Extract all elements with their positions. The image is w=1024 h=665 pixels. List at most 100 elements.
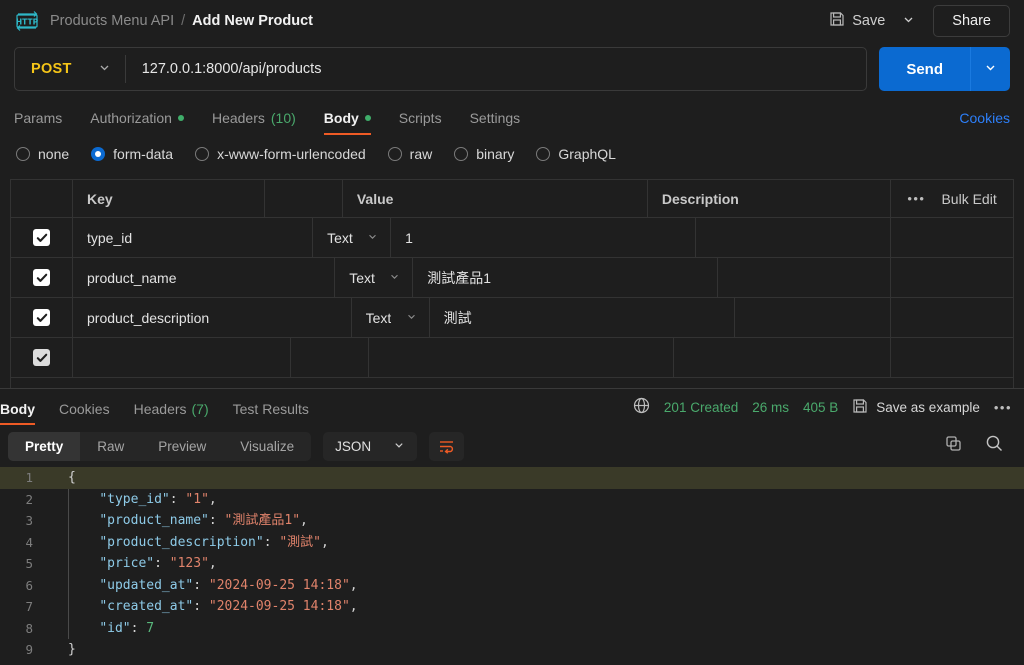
line-number: 5 — [0, 553, 46, 575]
body-type-raw[interactable]: raw — [388, 146, 433, 162]
globe-icon[interactable] — [633, 397, 650, 417]
radio-circle-icon — [536, 147, 550, 161]
row-type-selector[interactable]: Text — [335, 258, 413, 297]
code-line: 3 "product_name": "測試產品1", — [0, 510, 1024, 532]
method-selector[interactable]: POST — [15, 48, 125, 90]
radio-circle-icon — [454, 147, 468, 161]
code-text: } — [46, 639, 1024, 661]
row-value: 測試 — [444, 308, 472, 328]
row-type-selector[interactable]: Text — [352, 298, 430, 337]
request-tab-headers[interactable]: Headers(10) — [212, 110, 296, 135]
row-key: product_description — [87, 310, 209, 326]
floppy-disk-icon — [852, 398, 868, 417]
row-key: product_name — [87, 270, 177, 286]
body-type-form-data[interactable]: form-data — [91, 146, 173, 162]
ellipsis-icon[interactable]: ••• — [907, 191, 925, 206]
request-tab-body[interactable]: Body — [324, 110, 371, 135]
body-type-GraphQL[interactable]: GraphQL — [536, 146, 616, 162]
row-key-cell[interactable]: product_description — [73, 298, 352, 337]
row-type: Text — [366, 310, 392, 326]
row-checkbox[interactable] — [33, 309, 50, 326]
tab-label: Scripts — [399, 110, 442, 126]
response-tabs: BodyCookiesHeaders(7)Test Results 201 Cr… — [0, 389, 1024, 425]
header-select-all-cell — [11, 180, 73, 217]
send-options-button[interactable] — [970, 47, 1010, 91]
row-value-cell[interactable]: 1 — [391, 218, 696, 257]
save-button[interactable]: Save — [821, 5, 893, 37]
response-toolbar: PrettyRawPreviewVisualize JSON — [0, 425, 1024, 467]
row-value-cell[interactable]: 測試 — [430, 298, 735, 337]
row-checkbox[interactable] — [33, 229, 50, 246]
row-description-cell[interactable] — [735, 298, 891, 337]
share-button[interactable]: Share — [933, 5, 1010, 37]
chevron-down-icon — [367, 231, 378, 245]
row-description-cell[interactable] — [674, 338, 892, 377]
breadcrumb-request-name[interactable]: Add New Product — [192, 13, 313, 29]
request-tab-settings[interactable]: Settings — [470, 110, 521, 135]
code-line: 8 "id": 7 — [0, 618, 1024, 640]
response-tab-test-results[interactable]: Test Results — [233, 401, 309, 425]
cookies-link[interactable]: Cookies — [959, 110, 1010, 135]
body-type-binary[interactable]: binary — [454, 146, 514, 162]
row-key-cell[interactable] — [73, 338, 291, 377]
row-value-cell[interactable] — [369, 338, 674, 377]
chevron-down-icon — [389, 271, 400, 285]
table-row-new[interactable] — [11, 338, 1013, 378]
view-mode-raw[interactable]: Raw — [80, 432, 141, 461]
row-checkbox[interactable] — [33, 349, 50, 366]
tab-label: Test Results — [233, 401, 309, 417]
ellipsis-icon[interactable]: ••• — [994, 400, 1012, 415]
row-checkbox-cell — [11, 258, 73, 297]
url-input[interactable] — [126, 48, 867, 90]
bulk-edit-button[interactable]: ••• Bulk Edit — [891, 180, 1013, 217]
view-mode-visualize[interactable]: Visualize — [223, 432, 311, 461]
code-text: "product_description": "測試", — [46, 532, 1024, 554]
header-value: Value — [343, 180, 648, 217]
body-type-none[interactable]: none — [16, 146, 69, 162]
response-tab-headers[interactable]: Headers(7) — [134, 401, 209, 425]
code-line: 4 "product_description": "測試", — [0, 532, 1024, 554]
row-type-selector[interactable] — [291, 338, 369, 377]
row-key-cell[interactable]: product_name — [73, 258, 335, 297]
request-tab-authorization[interactable]: Authorization — [90, 110, 184, 135]
request-tab-scripts[interactable]: Scripts — [399, 110, 442, 135]
line-number: 8 — [0, 618, 46, 640]
view-mode-preview[interactable]: Preview — [141, 432, 223, 461]
code-text: "created_at": "2024-09-25 14:18", — [46, 596, 1024, 618]
response-body-code[interactable]: 1{2 "type_id": "1",3 "product_name": "測試… — [0, 467, 1024, 665]
body-type-x-www-form-urlencoded[interactable]: x-www-form-urlencoded — [195, 146, 366, 162]
view-mode-pretty[interactable]: Pretty — [8, 432, 80, 461]
form-data-table: Key Value Description ••• Bulk Edit type… — [10, 179, 1014, 388]
row-description-cell[interactable] — [718, 258, 891, 297]
response-format-selector[interactable]: JSON — [323, 432, 417, 461]
row-type-selector[interactable]: Text — [313, 218, 391, 257]
search-icon[interactable] — [985, 434, 1004, 458]
save-as-example-button[interactable]: Save as example — [852, 398, 980, 417]
breadcrumb-collection[interactable]: Products Menu API — [50, 13, 174, 29]
copy-icon[interactable] — [944, 434, 963, 458]
save-options-button[interactable] — [893, 7, 924, 35]
request-tab-params[interactable]: Params — [14, 110, 62, 135]
table-row: product_description Text 測試 — [11, 298, 1013, 338]
code-text: { — [46, 467, 1024, 489]
send-button[interactable]: Send — [879, 47, 970, 91]
response-tab-body[interactable]: Body — [0, 401, 35, 425]
svg-text:HTTP: HTTP — [16, 17, 39, 26]
code-line: 2 "type_id": "1", — [0, 489, 1024, 511]
row-checkbox[interactable] — [33, 269, 50, 286]
word-wrap-icon[interactable] — [429, 432, 464, 461]
row-description-cell[interactable] — [696, 218, 891, 257]
row-key-cell[interactable]: type_id — [73, 218, 313, 257]
response-time: 26 ms — [752, 400, 789, 415]
row-type: Text — [327, 230, 353, 246]
response-tab-cookies[interactable]: Cookies — [59, 401, 110, 425]
row-value: 測試產品1 — [427, 268, 491, 288]
top-bar: HTTP Products Menu API / Add New Product — [0, 0, 1024, 41]
row-value-cell[interactable]: 測試產品1 — [413, 258, 718, 297]
breadcrumb-separator: / — [181, 13, 185, 29]
table-row: type_id Text 1 — [11, 218, 1013, 258]
tab-label: Body — [324, 110, 359, 126]
body-type-label: x-www-form-urlencoded — [217, 146, 366, 162]
response-view-modes: PrettyRawPreviewVisualize — [8, 432, 311, 461]
code-line: 7 "created_at": "2024-09-25 14:18", — [0, 596, 1024, 618]
